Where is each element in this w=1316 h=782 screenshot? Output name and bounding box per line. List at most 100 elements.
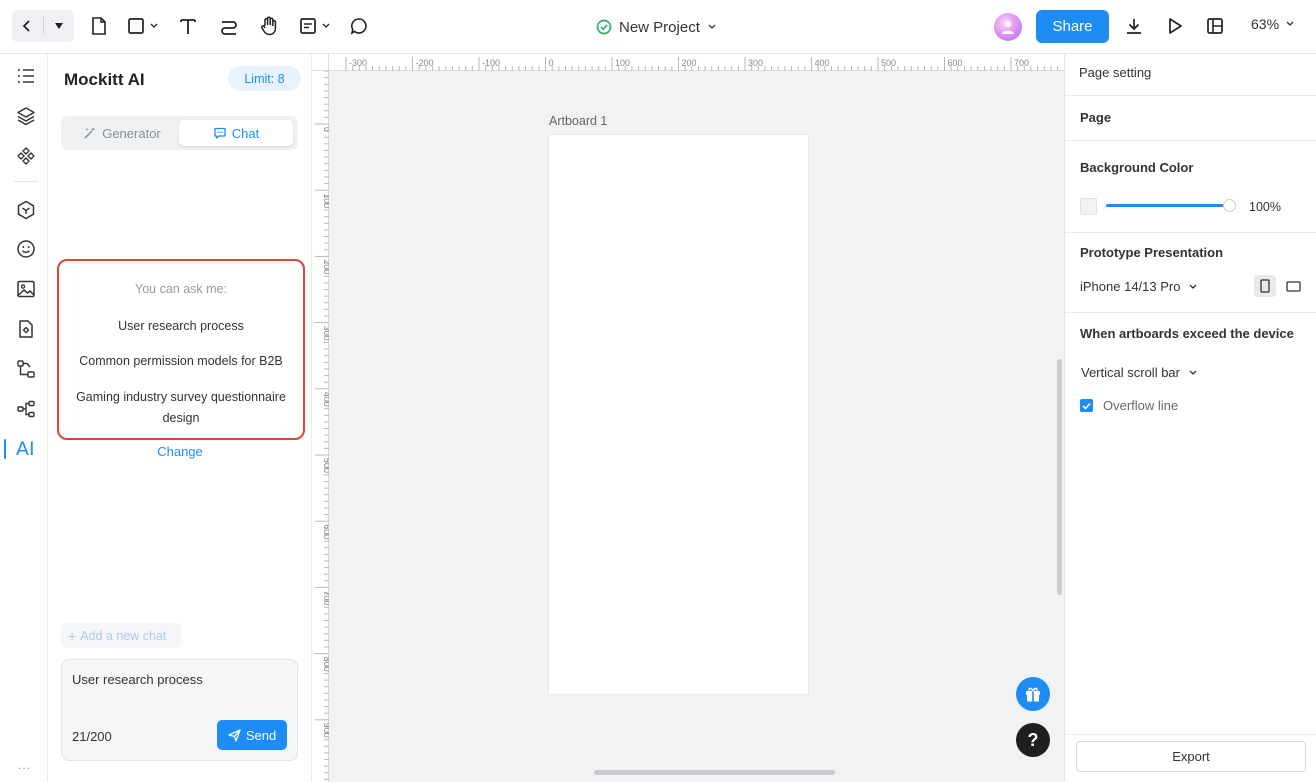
ai-button[interactable]: AI [4, 436, 46, 462]
ruler-label: 200 [322, 259, 329, 274]
export-button[interactable]: Export [1076, 741, 1306, 772]
download-button[interactable] [1123, 11, 1145, 41]
artboard-label[interactable]: Artboard 1 [549, 114, 607, 128]
connector-icon [221, 21, 237, 35]
ruler-label: -100 [482, 58, 500, 68]
note-tool-button[interactable] [296, 11, 334, 41]
portrait-icon [1260, 279, 1270, 293]
divider [1065, 312, 1316, 313]
scroll-mode-value: Vertical scroll bar [1081, 365, 1180, 380]
components-icon [17, 147, 35, 165]
chevron-down-icon [150, 23, 158, 28]
ruler-label: 0 [322, 127, 329, 132]
check-circle-icon [596, 19, 612, 35]
preview-play-button[interactable] [1164, 11, 1186, 41]
canvas[interactable]: -300 -200 -100 0 100 200 300 400 500 600 700 0 100 2… [312, 54, 1064, 782]
chat-input-box[interactable]: User research process 21/200 Send [61, 659, 298, 761]
portrait-toggle[interactable] [1254, 275, 1276, 297]
menu-dropdown-button[interactable] [44, 10, 75, 42]
ruler-label: -200 [416, 58, 434, 68]
list-icon [18, 69, 34, 83]
send-button[interactable]: Send [217, 720, 287, 750]
suggestion-item[interactable]: Gaming industry survey questionnaire des… [63, 387, 299, 429]
rail-divider [14, 181, 38, 182]
change-suggestions-link[interactable]: Change [48, 444, 312, 459]
templates-button[interactable] [13, 316, 39, 342]
play-icon [1169, 18, 1182, 34]
caret-down-icon [54, 23, 63, 29]
smiley-icon [17, 240, 35, 258]
more-button[interactable]: ... [18, 758, 31, 772]
ruler-label: 300 [748, 58, 763, 68]
avatar[interactable] [994, 13, 1022, 41]
magic-wand-icon [84, 127, 96, 139]
opacity-value[interactable]: 100% [1249, 200, 1281, 214]
device-select[interactable]: iPhone 14/13 Pro [1080, 279, 1198, 294]
layout-icon [1207, 18, 1223, 34]
components-button[interactable] [13, 143, 39, 169]
add-new-chat-button[interactable]: + Add a new chat [61, 623, 181, 648]
ruler-vertical: 0 100 200 300 400 500 600 700 800 900 [312, 54, 329, 782]
page-setting-title: Page setting [1079, 65, 1152, 80]
page-heading: Page [1080, 110, 1112, 125]
user-icon [1002, 20, 1014, 34]
ai-panel: Mockitt AI Limit: 8 Generator Chat You c… [48, 54, 312, 782]
opacity-slider-handle[interactable] [1223, 199, 1236, 212]
device-value: iPhone 14/13 Pro [1080, 279, 1181, 294]
ruler-label: 100 [322, 193, 329, 208]
mode-tabs: Generator Chat [61, 116, 298, 150]
flow-button[interactable] [13, 356, 39, 382]
tab-chat[interactable]: Chat [179, 120, 293, 146]
check-icon [1082, 402, 1091, 410]
suggestions-box: You can ask me: User research process Co… [57, 259, 305, 440]
ruler-label: 300 [322, 326, 329, 341]
chevron-down-icon [322, 23, 330, 28]
left-rail: AI ... [0, 54, 48, 782]
hand-tool-button[interactable] [257, 11, 281, 41]
vertical-scrollbar[interactable] [1057, 359, 1062, 595]
overflow-line-label[interactable]: Overflow line [1103, 398, 1178, 413]
image-icon [17, 280, 35, 298]
page-tool-button[interactable] [88, 11, 110, 41]
outline-list-button[interactable] [13, 63, 39, 89]
project-title-dropdown[interactable]: New Project [596, 14, 717, 40]
prototype-presentation-heading: Prototype Presentation [1080, 245, 1224, 260]
ruler-label: 600 [322, 524, 329, 539]
text-tool-button[interactable] [177, 11, 199, 41]
landscape-toggle[interactable] [1282, 275, 1304, 297]
icons-library-button[interactable] [13, 236, 39, 262]
assets-button[interactable] [13, 197, 39, 223]
layout-panel-button[interactable] [1204, 11, 1226, 41]
zoom-dropdown[interactable]: 63% [1251, 16, 1295, 32]
mindmap-button[interactable] [13, 396, 39, 422]
top-toolbar: New Project Share 63% [0, 0, 1316, 54]
chat-input-text[interactable]: User research process [72, 672, 203, 687]
help-button[interactable]: ? [1016, 723, 1050, 757]
layers-button[interactable] [13, 103, 39, 129]
suggestion-item[interactable]: Common permission models for B2B [63, 351, 299, 372]
limit-badge: Limit: 8 [228, 66, 301, 91]
suggestion-item[interactable]: User research process [63, 316, 299, 337]
chevron-down-icon [708, 24, 716, 29]
scroll-mode-select[interactable]: Vertical scroll bar [1081, 365, 1198, 380]
chevron-down-icon [1286, 21, 1294, 26]
opacity-slider[interactable] [1106, 204, 1230, 207]
background-color-swatch[interactable] [1080, 198, 1097, 215]
send-label: Send [245, 727, 277, 743]
artboard[interactable] [549, 135, 808, 694]
images-button[interactable] [13, 276, 39, 302]
share-nodes-icon [17, 400, 35, 418]
share-button[interactable]: Share [1036, 10, 1109, 43]
gift-button[interactable] [1016, 677, 1050, 711]
shape-tool-button[interactable] [124, 11, 162, 41]
comment-tool-button[interactable] [348, 11, 370, 41]
overflow-line-checkbox[interactable] [1080, 399, 1093, 412]
download-icon [1127, 19, 1141, 34]
connector-tool-button[interactable] [218, 11, 240, 41]
ruler-label: 200 [682, 58, 697, 68]
plus-icon: + [68, 627, 77, 644]
back-button[interactable] [12, 10, 43, 42]
tab-generator[interactable]: Generator [65, 120, 179, 146]
horizontal-scrollbar[interactable] [594, 770, 835, 775]
tab-chat-label: Chat [231, 125, 260, 141]
